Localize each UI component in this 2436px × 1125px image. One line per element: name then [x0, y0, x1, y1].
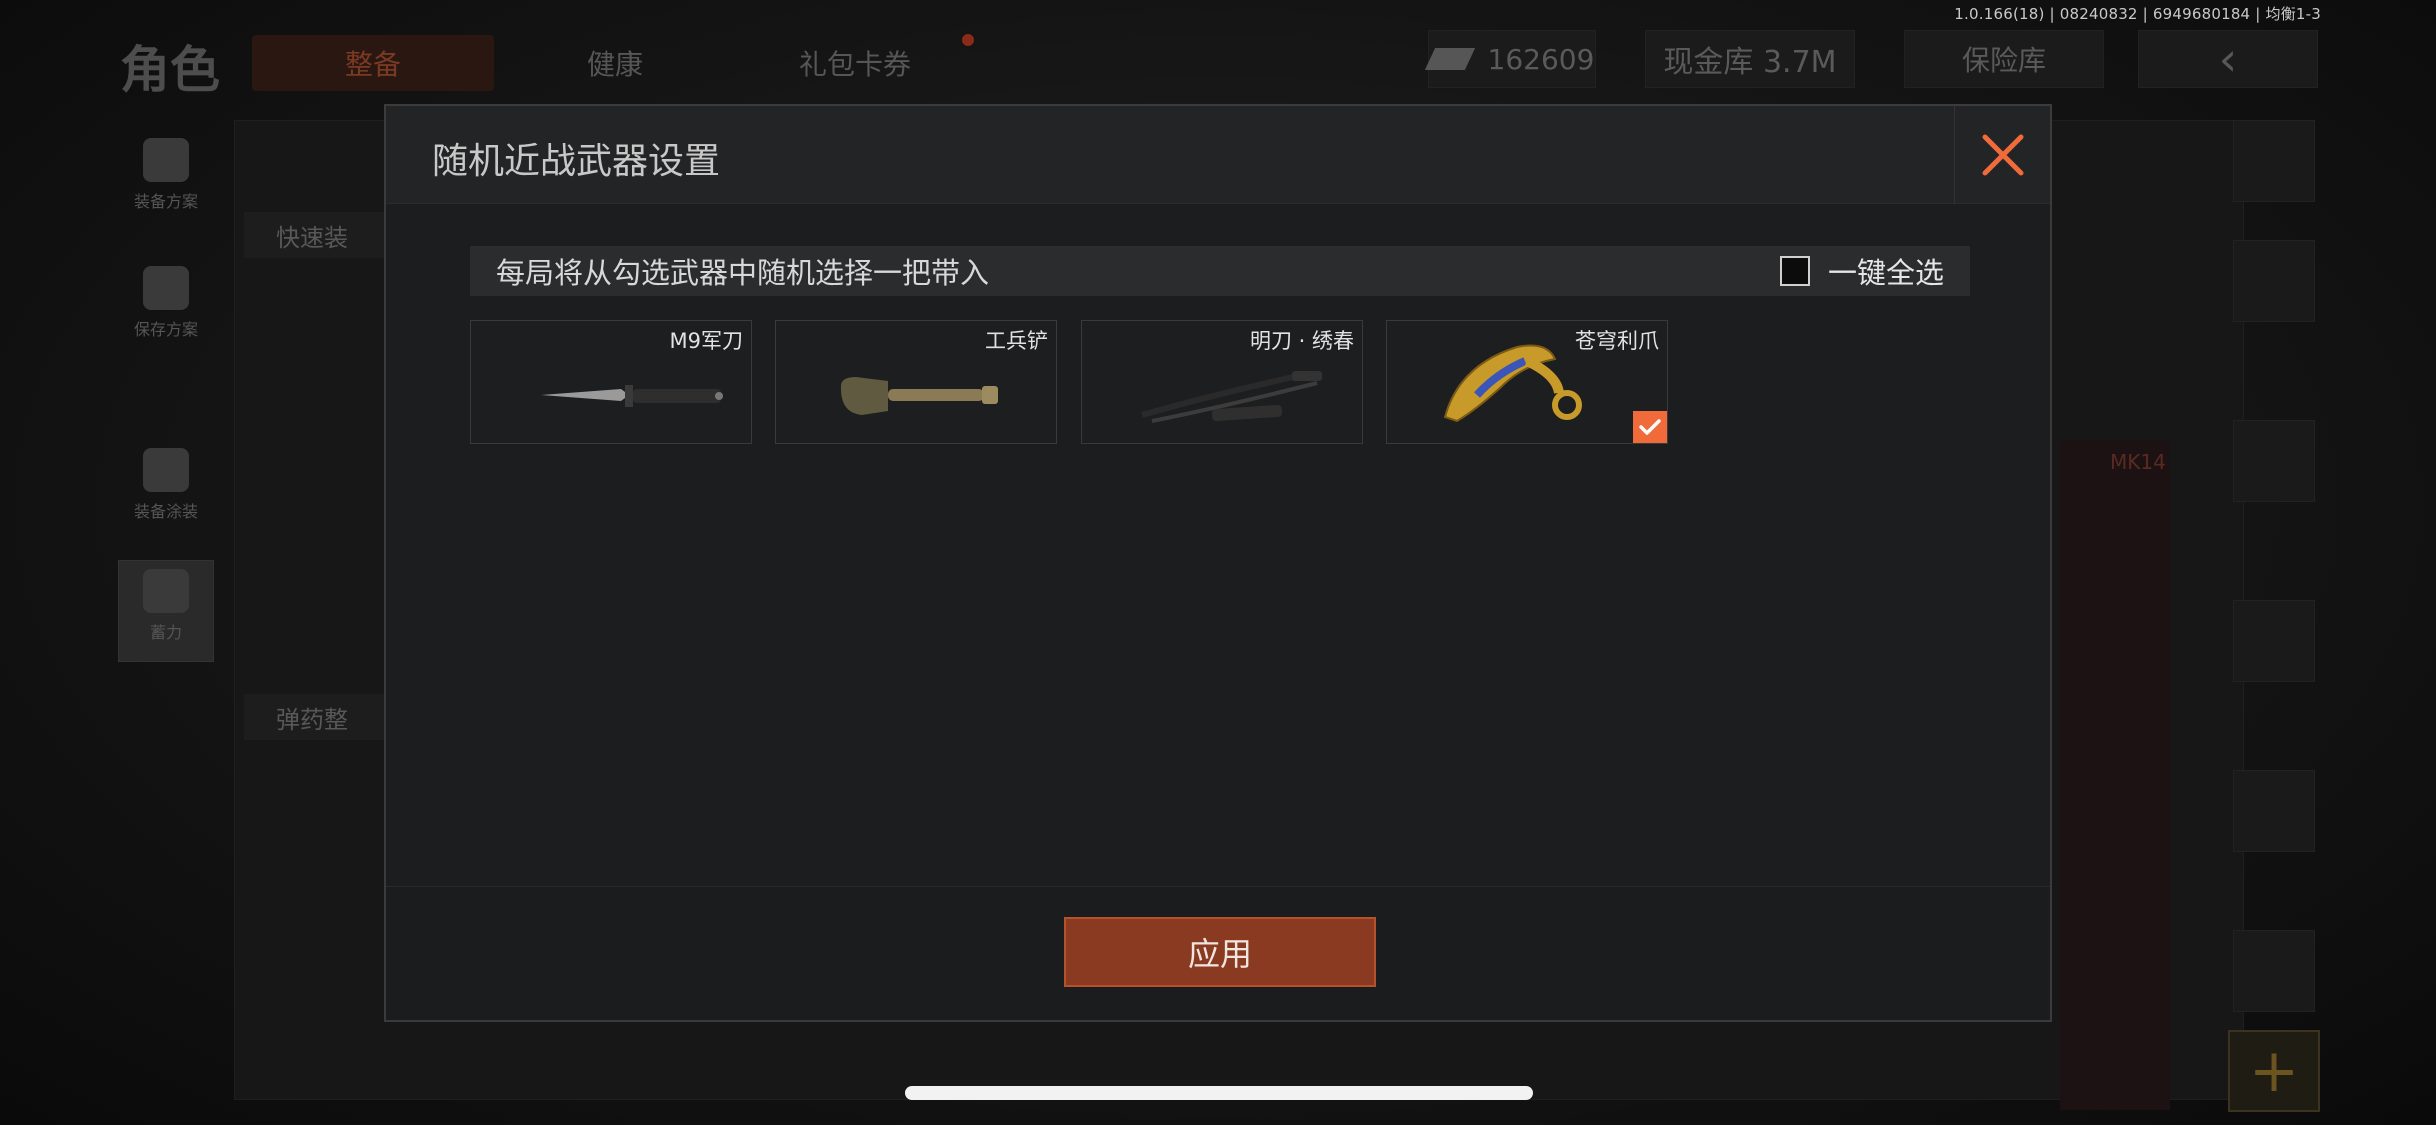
bolt-hex-icon: [143, 569, 189, 613]
tab-health[interactable]: 健康: [540, 35, 690, 91]
info-text: 每局将从勾选武器中随机选择一把带入: [496, 256, 990, 290]
sidebar-item-skin[interactable]: 装备涂装: [118, 440, 214, 542]
home-indicator[interactable]: [905, 1086, 1533, 1100]
right-slot[interactable]: [2233, 930, 2315, 1012]
add-button[interactable]: +: [2228, 1030, 2320, 1112]
apply-button[interactable]: 应用: [1064, 917, 1376, 987]
select-all-label: 一键全选: [1827, 256, 1944, 290]
notification-dot: [962, 34, 974, 46]
right-slot[interactable]: [2233, 420, 2315, 502]
weapon-card-karambit[interactable]: 苍穹利爪: [1386, 320, 1668, 444]
checkmark-icon: [1633, 411, 1667, 443]
tab-equipment[interactable]: 整备: [252, 35, 494, 91]
sidebar-item-label: 装备涂装: [133, 502, 198, 521]
modal-title: 随机近战武器设置: [432, 141, 721, 182]
weapon-slot-panel: [2060, 440, 2170, 1110]
plus-icon: +: [2248, 1036, 2300, 1106]
right-slot[interactable]: [2233, 770, 2315, 852]
version-text: 1.0.166(18) | 08240832 | 6949680184 | 均衡…: [1954, 5, 2321, 23]
karambit-icon: [1443, 344, 1582, 423]
weapon-card-saber[interactable]: 明刀 · 绣春: [1081, 320, 1363, 444]
checkbox-icon: [1779, 256, 1810, 286]
weapon-tag: MK14: [2110, 450, 2166, 474]
modal-header: 随机近战武器设置: [386, 106, 2050, 204]
close-icon: [1982, 134, 2024, 176]
modal-footer: 应用: [386, 886, 2050, 1020]
right-slot[interactable]: [2233, 600, 2315, 682]
sidebar-item-charge[interactable]: 蓄力: [118, 560, 214, 662]
combat-knife-icon: [541, 385, 723, 407]
sidebar-item-save[interactable]: 保存方案: [118, 258, 214, 360]
currency-display: 162609: [1424, 30, 1596, 88]
helmet-icon: [143, 448, 189, 492]
safe-button[interactable]: 保险库: [1904, 30, 2104, 88]
saber-icon: [1141, 371, 1322, 423]
back-button[interactable]: ‹: [2138, 30, 2318, 88]
random-melee-modal: 随机近战武器设置 每局将从勾选武器中随机选择一把带入 一键全选 M9军刀 工兵铲: [384, 104, 2052, 1022]
quick-equip-label: 快速装: [276, 223, 348, 252]
sidebar-item-label: 装备方案: [133, 192, 198, 211]
right-slot[interactable]: [2233, 240, 2315, 322]
vest-icon: [143, 138, 189, 182]
page-title: 角色: [120, 41, 220, 99]
banknote-icon: [1424, 48, 1475, 70]
ammo-label: 弹药整: [276, 705, 348, 734]
shovel-icon: [840, 377, 998, 415]
info-bar: 每局将从勾选武器中随机选择一把带入 一键全选: [470, 246, 1970, 296]
tab-gift-cards[interactable]: 礼包卡券: [760, 35, 950, 91]
sidebar-item-label: 保存方案: [133, 320, 198, 339]
vault-button[interactable]: 现金库 3.7M: [1645, 30, 1855, 88]
download-icon: [143, 266, 189, 310]
currency-value: 162609: [1487, 42, 1595, 76]
right-slot[interactable]: [2233, 120, 2315, 202]
chevron-left-icon: ‹: [2218, 32, 2238, 86]
close-button[interactable]: [1954, 106, 2050, 204]
weapon-card-m9[interactable]: M9军刀: [470, 320, 752, 444]
weapon-card-shovel[interactable]: 工兵铲: [775, 320, 1057, 444]
sidebar-item-label: 蓄力: [149, 623, 182, 642]
select-all-checkbox[interactable]: 一键全选: [1779, 250, 1944, 292]
sidebar-item-loadout[interactable]: 装备方案: [118, 130, 214, 232]
